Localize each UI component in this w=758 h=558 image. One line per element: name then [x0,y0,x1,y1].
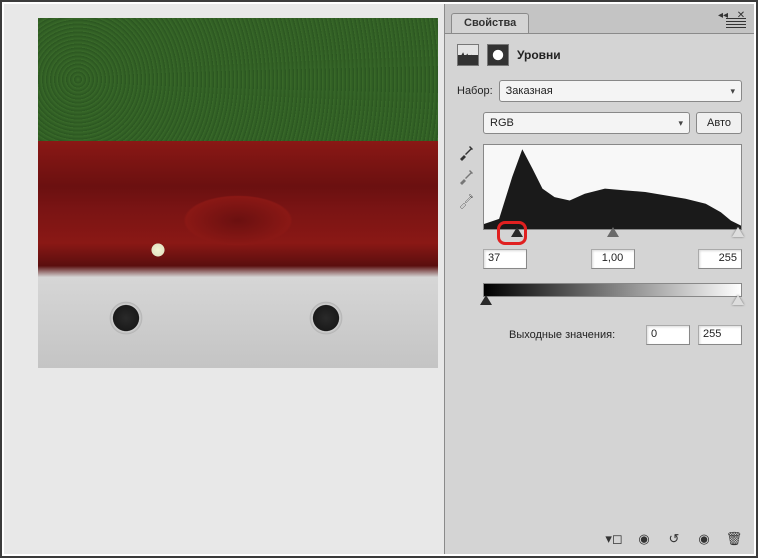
levels-icon [457,44,479,66]
preset-value: Заказная [506,85,553,97]
channel-value: RGB [490,117,514,129]
properties-panel: ◂◂ ✕ Свойства Уровни Набор: Заказная R [444,4,754,554]
white-point-slider[interactable] [732,227,744,237]
input-white-field[interactable]: 255 [698,249,742,269]
mask-icon[interactable] [487,44,509,66]
clip-to-layer-icon[interactable]: ▾◻ [604,530,624,548]
trash-icon[interactable]: 🗑 [724,530,744,548]
tab-properties[interactable]: Свойства [451,13,529,33]
output-white-slider[interactable] [732,295,744,305]
histogram-svg [484,145,741,229]
output-gradient [483,283,742,297]
output-label: Выходные значения: [509,329,615,341]
histogram-chart[interactable] [483,144,742,230]
eyedropper-black-icon[interactable] [457,144,475,162]
output-black-slider[interactable] [480,295,492,305]
preset-select[interactable]: Заказная [499,80,742,102]
close-icon[interactable]: ✕ [734,8,748,22]
collapse-icon[interactable]: ◂◂ [716,8,730,22]
canvas-area[interactable] [4,4,444,554]
view-previous-icon[interactable]: ◉ [634,530,654,548]
visibility-icon[interactable]: ◉ [694,530,714,548]
input-slider-track[interactable] [483,229,742,243]
document-image [38,18,438,368]
input-black-field[interactable]: 37 [483,249,527,269]
auto-button[interactable]: Авто [696,112,742,134]
black-point-slider[interactable] [511,227,523,237]
output-white-field[interactable]: 255 [698,325,742,345]
preset-label: Набор: [457,85,493,97]
eyedropper-white-icon[interactable] [457,192,475,210]
gamma-slider[interactable] [607,227,619,237]
reset-icon[interactable]: ↺ [664,530,684,548]
output-black-field[interactable]: 0 [646,325,690,345]
output-slider-track[interactable] [483,297,742,311]
input-gamma-field[interactable]: 1,00 [591,249,635,269]
channel-select[interactable]: RGB [483,112,690,134]
adjustment-title: Уровни [517,48,561,62]
eyedropper-gray-icon[interactable] [457,168,475,186]
